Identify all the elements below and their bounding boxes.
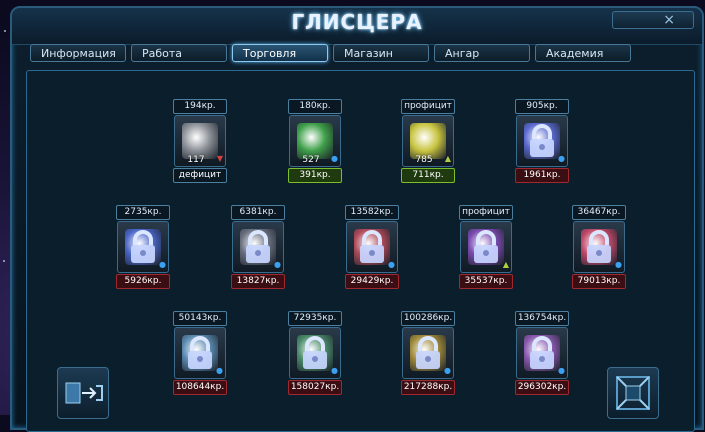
lock-icon <box>530 124 554 157</box>
lock-icon <box>246 230 270 263</box>
goods-card[interactable]: 6381кр. ● 13827кр. <box>231 205 285 289</box>
status-dot-icon: ● <box>274 260 281 269</box>
goods-top-label: 2735кр. <box>116 205 170 220</box>
goods-card[interactable]: 194кр. 117 ▼ дефицит <box>173 99 227 183</box>
lock-icon <box>530 336 554 369</box>
status-dot-icon: ● <box>558 154 565 163</box>
goods-card[interactable]: 2735кр. ● 5926кр. <box>116 205 170 289</box>
transfer-icon <box>65 382 103 404</box>
goods-price-label: 35537кр. <box>459 274 513 289</box>
goods-price-label: 13827кр. <box>231 274 285 289</box>
goods-top-label: 905кр. <box>515 99 569 114</box>
goods-price-label: 5926кр. <box>116 274 170 289</box>
status-dot-icon: ● <box>444 366 451 375</box>
goods-top-label: 13582кр. <box>345 205 399 220</box>
goods-top-label: 194кр. <box>173 99 227 114</box>
goods-card[interactable]: 50143кр. ● 108644кр. <box>173 311 227 395</box>
goods-price-label: 296302кр. <box>515 380 569 395</box>
goods-card[interactable]: 136754кр. ● 296302кр. <box>515 311 569 395</box>
tab-work[interactable]: Работа <box>131 44 227 62</box>
goods-icon[interactable]: ● <box>232 221 284 273</box>
status-dot-icon: ● <box>388 260 395 269</box>
goods-quantity: 117 <box>187 155 205 165</box>
status-dot-icon: ● <box>331 154 338 163</box>
lock-icon <box>131 230 155 263</box>
close-icon: × <box>663 12 675 28</box>
goods-top-label: 136754кр. <box>515 311 569 326</box>
transfer-button[interactable] <box>57 367 109 419</box>
goods-panel: 194кр. 117 ▼ дефицит 180кр. 527 ● 391кр. профици… <box>26 70 695 432</box>
tab-info[interactable]: Информация <box>30 44 126 62</box>
goods-quantity: 785 <box>415 155 433 165</box>
trend-up-icon: ▲ <box>444 154 451 163</box>
tab-shop[interactable]: Магазин <box>333 44 429 62</box>
status-dot-icon: ● <box>159 260 166 269</box>
trend-down-icon: ▼ <box>216 154 223 163</box>
goods-card[interactable]: 905кр. ● 1961кр. <box>515 99 569 183</box>
goods-price-label: 391кр. <box>288 168 342 183</box>
lock-icon <box>416 336 440 369</box>
goods-icon[interactable]: ● <box>346 221 398 273</box>
goods-card[interactable]: 72935кр. ● 158027кр. <box>288 311 342 395</box>
goods-icon[interactable]: ● <box>516 327 568 379</box>
goods-icon[interactable]: ● <box>402 327 454 379</box>
goods-card[interactable]: профицит ▲ 35537кр. <box>459 205 513 289</box>
goods-icon[interactable]: ● <box>174 327 226 379</box>
window-title: ГЛИСЦЕРА <box>291 10 423 34</box>
tab-hangar[interactable]: Ангар <box>434 44 530 62</box>
goods-card[interactable]: 13582кр. ● 29429кр. <box>345 205 399 289</box>
cargo-icon <box>410 123 446 159</box>
goods-icon[interactable]: ● <box>573 221 625 273</box>
status-dot-icon: ● <box>615 260 622 269</box>
trade-window: ГЛИСЦЕРА × Информация Работа Торговля Ма… <box>10 6 704 432</box>
status-dot-icon: ● <box>216 366 223 375</box>
goods-top-label: 36467кр. <box>572 205 626 220</box>
goods-price-label: 1961кр. <box>515 168 569 183</box>
goods-icon[interactable]: ● <box>289 327 341 379</box>
goods-price-label: дефицит <box>173 168 227 183</box>
goods-card[interactable]: 100286кр. ● 217288кр. <box>401 311 455 395</box>
lock-icon <box>188 336 212 369</box>
tab-trade[interactable]: Торговля <box>232 44 328 62</box>
goods-top-label: профицит <box>401 99 455 114</box>
goods-card[interactable]: профицит 785 ▲ 711кр. <box>401 99 455 183</box>
goods-icon[interactable]: 785 ▲ <box>402 115 454 167</box>
cargo-icon <box>297 123 333 159</box>
trend-up-icon: ▲ <box>502 260 509 269</box>
cargo-icon <box>182 123 218 159</box>
frame-icon <box>616 376 650 410</box>
goods-price-label: 217288кр. <box>401 380 455 395</box>
goods-top-label: 180кр. <box>288 99 342 114</box>
close-button[interactable]: × <box>612 11 694 29</box>
title-bar: ГЛИСЦЕРА × <box>12 8 702 45</box>
goods-price-label: 79013кр. <box>572 274 626 289</box>
lock-icon <box>474 230 498 263</box>
tab-academy[interactable]: Академия <box>535 44 631 62</box>
frame-button[interactable] <box>607 367 659 419</box>
goods-quantity: 527 <box>302 155 320 165</box>
goods-price-label: 711кр. <box>401 168 455 183</box>
goods-price-label: 29429кр. <box>345 274 399 289</box>
goods-price-label: 108644кр. <box>173 380 227 395</box>
status-dot-icon: ● <box>558 366 565 375</box>
goods-icon[interactable]: ● <box>117 221 169 273</box>
goods-icon[interactable]: 117 ▼ <box>174 115 226 167</box>
goods-icon[interactable]: ● <box>516 115 568 167</box>
goods-icon[interactable]: 527 ● <box>289 115 341 167</box>
goods-top-label: 72935кр. <box>288 311 342 326</box>
goods-icon[interactable]: ▲ <box>460 221 512 273</box>
goods-top-label: 50143кр. <box>173 311 227 326</box>
lock-icon <box>587 230 611 263</box>
goods-top-label: 6381кр. <box>231 205 285 220</box>
lock-icon <box>303 336 327 369</box>
goods-card[interactable]: 180кр. 527 ● 391кр. <box>288 99 342 183</box>
goods-top-label: 100286кр. <box>401 311 455 326</box>
goods-price-label: 158027кр. <box>288 380 342 395</box>
goods-top-label: профицит <box>459 205 513 220</box>
status-dot-icon: ● <box>331 366 338 375</box>
goods-card[interactable]: 36467кр. ● 79013кр. <box>572 205 626 289</box>
lock-icon <box>360 230 384 263</box>
